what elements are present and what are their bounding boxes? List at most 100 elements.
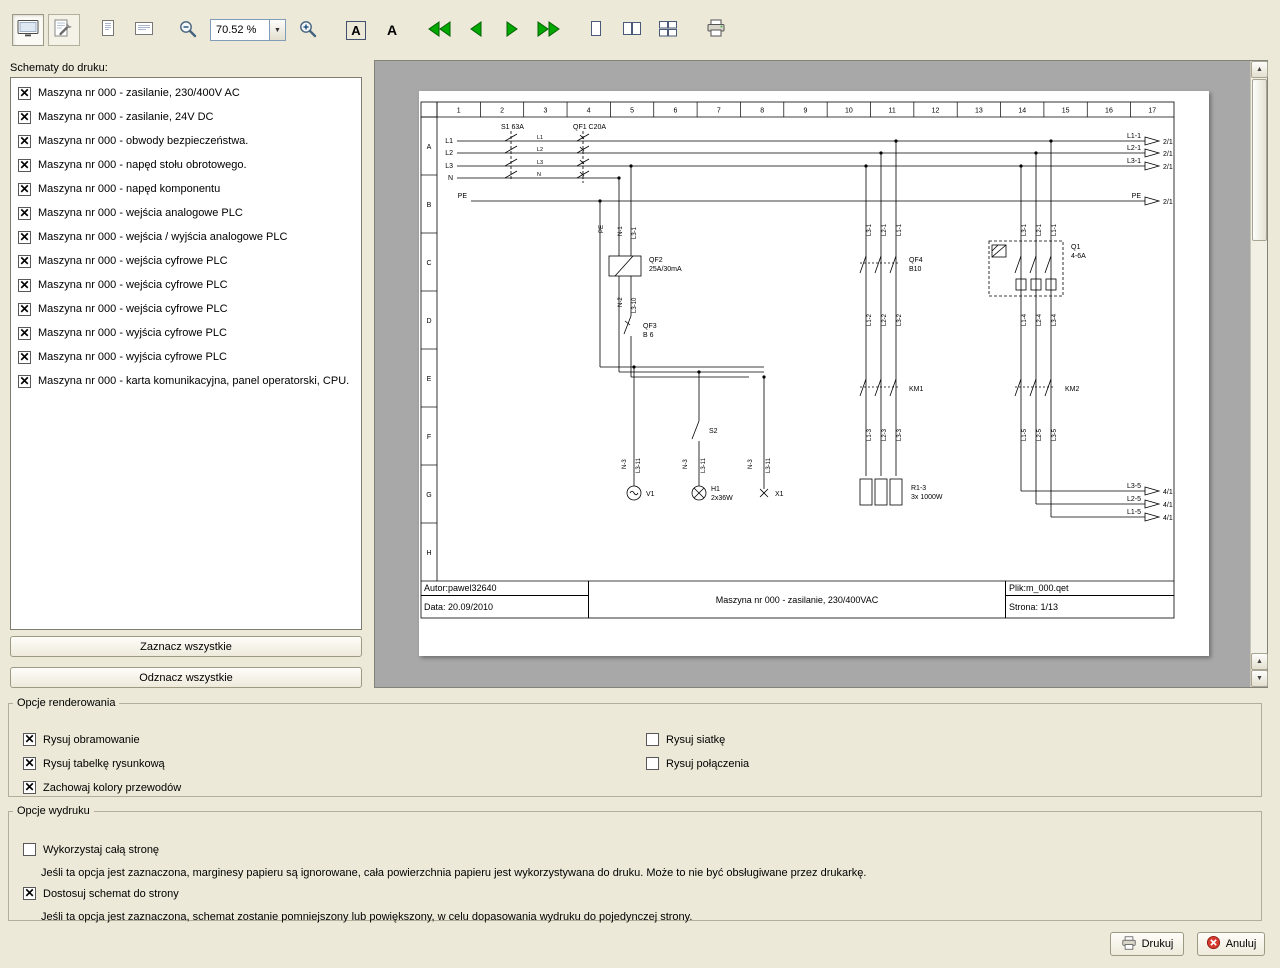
multi-page-view-button[interactable]	[652, 14, 684, 46]
schematic-checkbox[interactable]	[18, 87, 31, 100]
scroll-up-button[interactable]	[1251, 61, 1268, 78]
schematic-label: Maszyna nr 000 - wejścia analogowe PLC	[38, 207, 243, 219]
zoom-in-button[interactable]	[292, 14, 324, 46]
select-all-button[interactable]: Zaznacz wszystkie	[10, 636, 362, 657]
schematic-label: L2-4	[1037, 313, 1043, 326]
option-draw-border[interactable]: Rysuj obramowanie	[23, 733, 140, 746]
print-setup-button[interactable]	[48, 14, 80, 46]
use-full-page-checkbox[interactable]	[23, 843, 36, 856]
single-page-view-button[interactable]	[580, 14, 612, 46]
schematic-checkbox[interactable]	[18, 375, 31, 388]
option-draw-titleblock[interactable]: Rysuj tabelkę rysunkową	[23, 757, 165, 770]
keep-wire-colors-label: Zachowaj kolory przewodów	[43, 782, 181, 794]
option-use-full-page[interactable]: Wykorzystaj całą stronę	[23, 843, 159, 856]
schematic-label: Maszyna nr 000 - wejścia cyfrowe PLC	[38, 255, 228, 267]
schematic-label: L1-2	[867, 313, 873, 326]
schematic-label: Maszyna nr 000 - wyjścia cyfrowe PLC	[38, 327, 227, 339]
keep-wire-colors-checkbox[interactable]	[23, 781, 36, 794]
schematic-checkbox[interactable]	[18, 159, 31, 172]
schematic-label: Maszyna nr 000 - wejścia cyfrowe PLC	[38, 279, 228, 291]
schematic-checkbox[interactable]	[18, 111, 31, 124]
fit-to-page-label: Dostosuj schemat do strony	[43, 888, 179, 900]
option-draw-grid[interactable]: Rysuj siatkę	[646, 733, 725, 746]
draw-titleblock-checkbox[interactable]	[23, 757, 36, 770]
schematic-label: 8	[760, 108, 764, 115]
zoom-out-button[interactable]	[172, 14, 204, 46]
fit-width-button[interactable]: A	[376, 14, 408, 46]
list-item[interactable]: Maszyna nr 000 - napęd komponentu	[13, 177, 359, 201]
scroll-down-button[interactable]	[1251, 670, 1268, 687]
schematic-checkbox[interactable]	[18, 255, 31, 268]
list-item[interactable]: Maszyna nr 000 - wejścia analogowe PLC	[13, 201, 359, 225]
schematic-checkbox[interactable]	[18, 135, 31, 148]
zoom-combobox[interactable]: 70.52 %	[210, 19, 286, 41]
draw-grid-label: Rysuj siatkę	[666, 734, 725, 746]
scrollbar-thumb[interactable]	[1252, 79, 1267, 241]
schematic-label: KM2	[1065, 386, 1080, 393]
render-options-group: Opcje renderowania Rysuj obramowanie Rys…	[8, 697, 1262, 797]
next-page-button[interactable]	[496, 14, 528, 46]
schematic-checkbox[interactable]	[18, 231, 31, 244]
schematic-checkbox[interactable]	[18, 351, 31, 364]
cancel-button[interactable]: Anuluj	[1197, 932, 1265, 956]
last-page-button[interactable]	[532, 14, 564, 46]
list-item[interactable]: Maszyna nr 000 - zasilanie, 24V DC	[13, 105, 359, 129]
schematic-label: L2	[445, 150, 453, 157]
page-setup-portrait-button[interactable]	[92, 14, 124, 46]
schematic-label: N-1	[618, 226, 624, 236]
schematic-label: L3-5	[1052, 428, 1058, 441]
list-item[interactable]: Maszyna nr 000 - wejścia cyfrowe PLC	[13, 297, 359, 321]
schematic-label: 17	[1148, 108, 1156, 115]
draw-border-label: Rysuj obramowanie	[43, 734, 140, 746]
draw-border-checkbox[interactable]	[23, 733, 36, 746]
schematic-label: 4/1	[1163, 515, 1173, 522]
preview-mode-button[interactable]	[12, 14, 44, 46]
toolbar-print-button[interactable]	[700, 14, 732, 46]
first-page-button[interactable]	[424, 14, 456, 46]
fit-to-page-checkbox[interactable]	[23, 887, 36, 900]
two-page-view-button[interactable]	[616, 14, 648, 46]
schematic-label: L3-1	[1022, 223, 1028, 236]
schematic-checkbox[interactable]	[18, 327, 31, 340]
schematic-label: S2	[709, 428, 718, 435]
page-setup-landscape-button[interactable]	[128, 14, 160, 46]
scroll-up-button-bottom[interactable]	[1251, 653, 1268, 670]
list-item[interactable]: Maszyna nr 000 - obwody bezpieczeństwa.	[13, 129, 359, 153]
print-button[interactable]: Drukuj	[1110, 932, 1184, 956]
schematic-checkbox[interactable]	[18, 279, 31, 292]
cancel-icon	[1206, 935, 1221, 953]
schematic-label: L3-2	[897, 313, 903, 326]
schematic-label: N-3	[622, 459, 628, 469]
list-item[interactable]: Maszyna nr 000 - wejścia / wyjścia analo…	[13, 225, 359, 249]
list-item[interactable]: Maszyna nr 000 - napęd stołu obrotowego.	[13, 153, 359, 177]
schematic-label: QF2	[649, 257, 663, 264]
chevron-down-icon[interactable]	[269, 20, 285, 40]
draw-grid-checkbox[interactable]	[646, 733, 659, 746]
list-item[interactable]: Maszyna nr 000 - karta komunikacyjna, pa…	[13, 369, 359, 393]
schematic-checkbox[interactable]	[18, 303, 31, 316]
schematic-checkbox[interactable]	[18, 183, 31, 196]
list-item[interactable]: Maszyna nr 000 - wyjścia cyfrowe PLC	[13, 345, 359, 369]
schematic-label: B	[427, 202, 432, 209]
option-keep-wire-colors[interactable]: Zachowaj kolory przewodów	[23, 781, 181, 794]
schematic-label: L2-1	[882, 223, 888, 236]
list-item[interactable]: Maszyna nr 000 - wejścia cyfrowe PLC	[13, 249, 359, 273]
previous-page-button[interactable]	[460, 14, 492, 46]
titleblock-date: Data: 20.09/2010	[421, 596, 588, 618]
schematic-label: 11	[889, 108, 896, 115]
schematic-checkbox[interactable]	[18, 207, 31, 220]
option-draw-terminals[interactable]: Rysuj połączenia	[646, 757, 749, 770]
fit-page-button[interactable]: A	[340, 14, 372, 46]
last-page-icon	[535, 21, 561, 40]
schematic-label: L3-11	[701, 457, 707, 473]
page-portrait-icon	[98, 19, 118, 41]
schematic-label: QF1 C20A	[573, 124, 606, 131]
draw-terminals-checkbox[interactable]	[646, 757, 659, 770]
list-item[interactable]: Maszyna nr 000 - wejścia cyfrowe PLC	[13, 273, 359, 297]
render-options-title: Opcje renderowania	[13, 697, 119, 709]
option-fit-to-page[interactable]: Dostosuj schemat do strony	[23, 887, 179, 900]
vertical-scrollbar[interactable]	[1250, 61, 1267, 687]
list-item[interactable]: Maszyna nr 000 - wyjścia cyfrowe PLC	[13, 321, 359, 345]
deselect-all-button[interactable]: Odznacz wszystkie	[10, 667, 362, 688]
list-item[interactable]: Maszyna nr 000 - zasilanie, 230/400V AC	[13, 81, 359, 105]
